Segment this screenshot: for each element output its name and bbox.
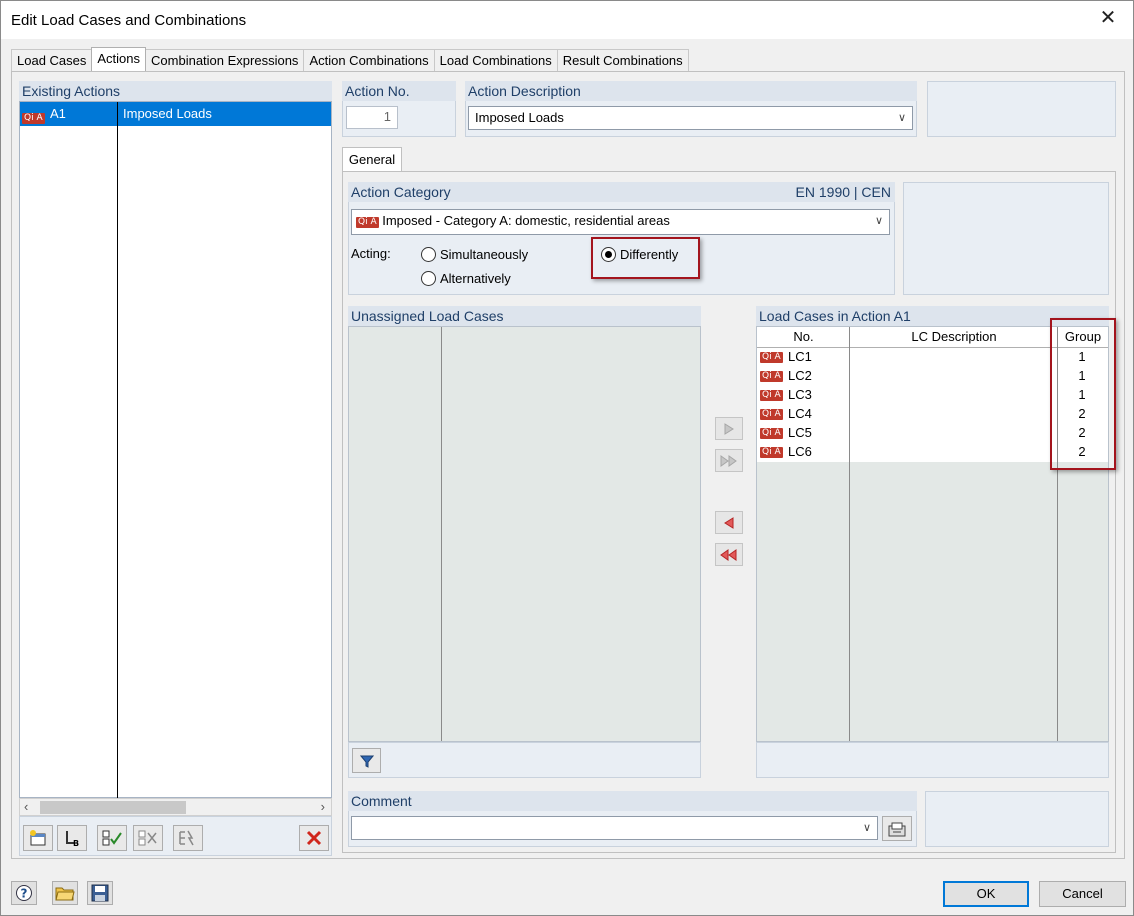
action-description-combo[interactable]: Imposed Loads ∨	[468, 106, 913, 130]
comment-label: Comment	[348, 791, 917, 811]
assign-selected-button[interactable]	[715, 417, 743, 440]
column-divider	[849, 327, 850, 741]
comment-info-panel	[925, 791, 1109, 847]
check-all-icon[interactable]	[97, 825, 127, 851]
action-category-header: Action Category EN 1990 | CEN	[348, 182, 895, 202]
radio-alternatively[interactable]: Alternatively	[421, 271, 511, 286]
uncheck-all-icon[interactable]	[133, 825, 163, 851]
highlight-box	[1050, 318, 1116, 470]
renumber-icon[interactable]: B	[57, 825, 87, 851]
tab-result-combinations[interactable]: Result Combinations	[556, 49, 689, 71]
lc-number: LC4	[788, 406, 812, 421]
radio-simultaneously[interactable]: Simultaneously	[421, 247, 528, 262]
list-item[interactable]: Qi A A1 Imposed Loads	[20, 102, 331, 126]
highlight-box	[591, 237, 700, 279]
save-icon[interactable]	[87, 881, 113, 905]
chevron-down-icon[interactable]: ∨	[898, 107, 906, 129]
action-category-value: Imposed - Category A: domestic, resident…	[382, 213, 670, 228]
open-icon[interactable]	[52, 881, 78, 905]
delete-icon[interactable]	[299, 825, 329, 851]
window-title: Edit Load Cases and Combinations	[11, 12, 247, 29]
scroll-right-icon[interactable]: ›	[321, 799, 325, 814]
assigned-footer	[756, 742, 1109, 778]
tab-load-cases[interactable]: Load Cases	[11, 49, 93, 71]
action-description-label: Action Description	[465, 81, 917, 101]
info-panel	[927, 81, 1116, 137]
cancel-button[interactable]: Cancel	[1039, 881, 1126, 907]
tab-combination-expressions[interactable]: Combination Expressions	[145, 49, 305, 71]
new-action-icon[interactable]	[23, 825, 53, 851]
lc-tag: Qi A	[760, 409, 783, 420]
existing-actions-list[interactable]: Qi A A1 Imposed Loads	[19, 101, 332, 798]
tab-load-combinations[interactable]: Load Combinations	[433, 49, 558, 71]
lc-number: LC6	[788, 444, 812, 459]
ok-button[interactable]: OK	[943, 881, 1029, 907]
column-divider	[441, 327, 442, 741]
lc-number: LC5	[788, 425, 812, 440]
lc-tag: Qi A	[760, 390, 783, 401]
lc-number: LC1	[788, 349, 812, 364]
remove-selected-button[interactable]	[715, 511, 743, 534]
radio-circle[interactable]	[421, 271, 436, 286]
filter-icon[interactable]	[352, 748, 381, 773]
generate-icon[interactable]	[173, 825, 203, 851]
svg-text:?: ?	[21, 887, 28, 901]
scroll-left-icon[interactable]: ‹	[24, 799, 28, 814]
close-icon[interactable]: ✕	[1097, 7, 1119, 29]
action-category-label: Action Category	[351, 184, 451, 200]
column-header-description[interactable]: LC Description	[850, 329, 1058, 344]
existing-actions-header: Existing Actions	[19, 81, 332, 101]
action-no-field[interactable]: 1	[346, 106, 398, 129]
remove-all-button[interactable]	[715, 543, 743, 566]
tab-general[interactable]: General	[342, 147, 402, 171]
title-bar: Edit Load Cases and Combinations ✕	[1, 1, 1133, 39]
action-category-tag: Qi A	[356, 217, 379, 228]
lc-tag: Qi A	[760, 447, 783, 458]
column-header-no[interactable]: No.	[757, 329, 850, 344]
radio-label: Alternatively	[440, 271, 511, 286]
lc-tag: Qi A	[760, 352, 783, 363]
comment-library-icon[interactable]	[882, 816, 912, 841]
svg-text:B: B	[73, 839, 79, 847]
comment-combo[interactable]: ∨	[351, 816, 878, 840]
lc-number: LC2	[788, 368, 812, 383]
chevron-down-icon[interactable]: ∨	[875, 210, 883, 232]
horizontal-scrollbar[interactable]: ‹ ›	[19, 798, 332, 816]
help-icon[interactable]: ?	[11, 881, 37, 905]
action-description-value: Imposed Loads	[475, 110, 564, 125]
action-id: A1	[50, 106, 66, 121]
scroll-thumb[interactable]	[40, 801, 186, 814]
lc-tag: Qi A	[760, 428, 783, 439]
assign-all-button[interactable]	[715, 449, 743, 472]
acting-label: Acting:	[351, 246, 391, 261]
unassigned-toolbar	[348, 742, 701, 778]
lc-number: LC3	[788, 387, 812, 402]
unassigned-header: Unassigned Load Cases	[348, 306, 701, 326]
tab-actions[interactable]: Actions	[91, 47, 147, 71]
standard-label: EN 1990 | CEN	[795, 184, 891, 200]
radio-label: Simultaneously	[440, 247, 529, 262]
action-no-label: Action No.	[342, 81, 456, 101]
lc-tag: Qi A	[760, 371, 783, 382]
category-info-panel	[903, 182, 1109, 295]
action-category-combo[interactable]: Qi A Imposed - Category A: domestic, res…	[351, 209, 890, 235]
tab-strip: Load Cases Actions Combination Expressio…	[11, 47, 689, 71]
radio-circle[interactable]	[421, 247, 436, 262]
column-divider	[117, 102, 118, 798]
tab-action-combinations[interactable]: Action Combinations	[303, 49, 435, 71]
unassigned-table[interactable]	[348, 326, 701, 742]
action-category-tag: Qi A	[22, 113, 45, 124]
chevron-down-icon[interactable]: ∨	[863, 817, 871, 839]
action-description: Imposed Loads	[123, 106, 212, 121]
dialog-window: Edit Load Cases and Combinations ✕ Load …	[0, 0, 1134, 916]
